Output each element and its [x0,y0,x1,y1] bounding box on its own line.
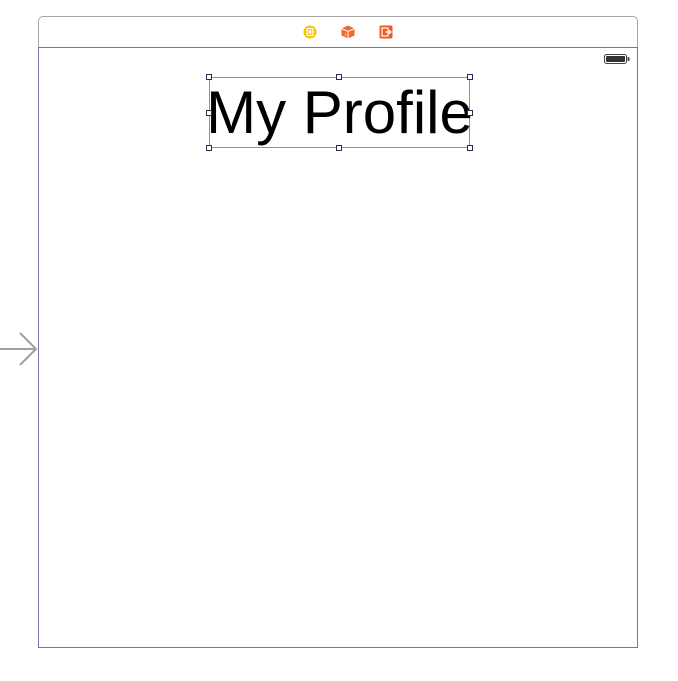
resize-handle-middle-right[interactable] [467,110,473,116]
profile-title-label[interactable]: My Profile [206,77,473,148]
resize-handle-top-right[interactable] [467,74,473,80]
storyboard-canvas: 1 My Profile [0,0,678,681]
resize-handle-bottom-left[interactable] [206,145,212,151]
resize-handle-top-left[interactable] [206,74,212,80]
root-view[interactable]: My Profile [38,47,638,648]
initial-view-controller-arrow-icon[interactable] [0,331,40,367]
profile-title-text: My Profile [206,78,473,146]
resize-handle-bottom-right[interactable] [467,145,473,151]
battery-icon [604,54,630,64]
exit-icon[interactable] [379,25,393,39]
resize-handle-middle-left[interactable] [206,110,212,116]
first-responder-icon[interactable]: 1 [341,25,355,39]
resize-handle-top-center[interactable] [336,74,342,80]
view-controller-icon[interactable] [303,25,317,39]
view-controller-scene[interactable]: 1 My Profile [38,16,638,648]
resize-handle-bottom-center[interactable] [336,145,342,151]
scene-dock: 1 [38,16,638,47]
